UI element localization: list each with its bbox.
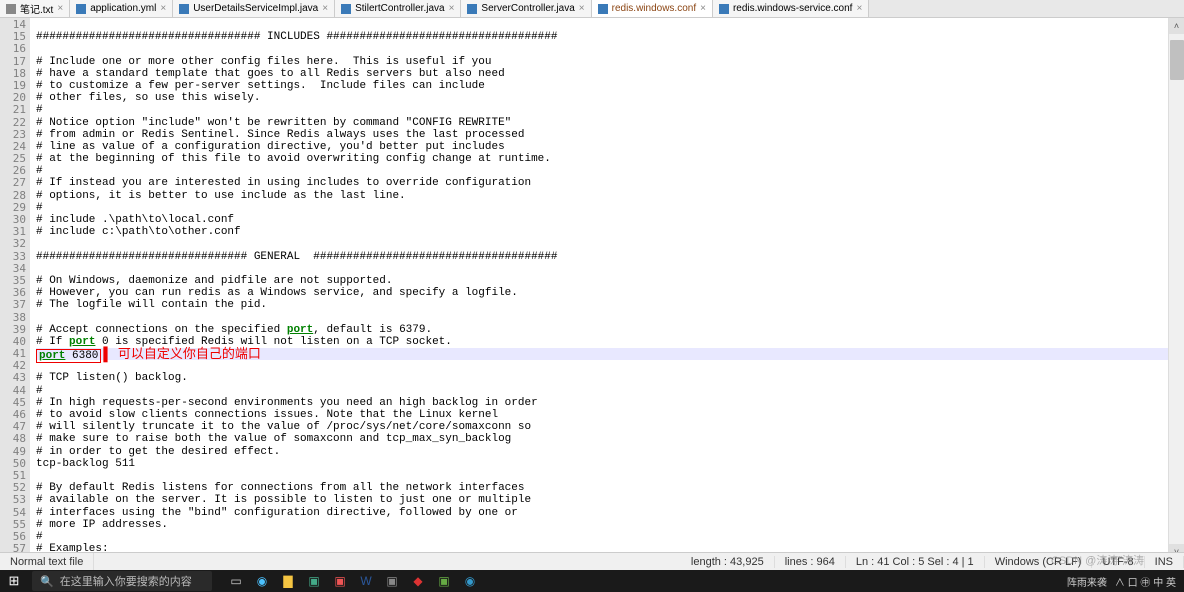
edge-icon[interactable]: ◉ (250, 571, 274, 591)
code-editor[interactable]: ################################## INCLU… (30, 18, 1184, 560)
tab-userdetailsserviceimpl-java[interactable]: UserDetailsServiceImpl.java× (173, 0, 335, 17)
app-icon-3[interactable]: ▣ (380, 571, 404, 591)
tab-servercontroller-java[interactable]: ServerController.java× (461, 0, 591, 17)
status-eol: Windows (CR LF) (985, 556, 1093, 568)
taskbar-apps: ▭ ◉ ▇ ▣ ▣ W ▣ ◆ ▣ ◉ (224, 571, 482, 591)
weather-widget[interactable]: 阵雨来袭 (1067, 574, 1107, 589)
status-lines: lines : 964 (775, 556, 846, 568)
status-length: length : 43,925 (681, 556, 775, 568)
file-icon (179, 4, 189, 14)
tab-stilertcontroller-java[interactable]: StilertController.java× (335, 0, 461, 17)
explorer-icon[interactable]: ▇ (276, 571, 300, 591)
line-number-gutter: 1415161718192021222324252627282930313233… (0, 18, 30, 560)
file-icon (341, 4, 351, 14)
scrollbar-thumb[interactable] (1170, 40, 1184, 80)
status-bar: Normal text file length : 43,925 lines :… (0, 552, 1184, 570)
search-icon: 🔍 (40, 575, 54, 588)
close-icon[interactable]: × (322, 3, 328, 14)
tray-icons[interactable]: ∧ 口 ㊥ 中 英 (1115, 574, 1176, 589)
scroll-up-button[interactable]: ˄ (1169, 18, 1184, 34)
tab-redis-windows-conf[interactable]: redis.windows.conf× (592, 0, 713, 17)
close-icon[interactable]: × (856, 3, 862, 14)
windows-taskbar: ⊞ 🔍 在这里输入你要搜索的内容 ▭ ◉ ▇ ▣ ▣ W ▣ ◆ ▣ ◉ 阵雨来… (0, 570, 1184, 592)
tab----txt[interactable]: 笔记.txt× (0, 0, 70, 17)
app-icon-2[interactable]: ▣ (328, 571, 352, 591)
app-icon-5[interactable]: ▣ (432, 571, 456, 591)
app-icon-4[interactable]: ◆ (406, 571, 430, 591)
app-icon-1[interactable]: ▣ (302, 571, 326, 591)
file-icon (598, 4, 608, 14)
close-icon[interactable]: × (160, 3, 166, 14)
tab-bar: 笔记.txt×application.yml×UserDetailsServic… (0, 0, 1184, 18)
tab-redis-windows-service-conf[interactable]: redis.windows-service.conf× (713, 0, 869, 17)
file-icon (719, 4, 729, 14)
status-position: Ln : 41 Col : 5 Sel : 4 | 1 (846, 556, 985, 568)
status-mode: INS (1145, 556, 1184, 568)
editor-area: 1415161718192021222324252627282930313233… (0, 18, 1184, 560)
word-icon[interactable]: W (354, 571, 378, 591)
tab-application-yml[interactable]: application.yml× (70, 0, 173, 17)
file-icon (6, 4, 16, 14)
file-icon (76, 4, 86, 14)
close-icon[interactable]: × (57, 3, 63, 14)
start-button[interactable]: ⊞ (0, 570, 28, 592)
vertical-scrollbar[interactable]: ˄ ˅ (1168, 18, 1184, 560)
system-tray[interactable]: 阵雨来袭 ∧ 口 ㊥ 中 英 (1067, 574, 1184, 589)
app-icon-6[interactable]: ◉ (458, 571, 482, 591)
taskbar-search[interactable]: 🔍 在这里输入你要搜索的内容 (32, 571, 212, 591)
status-encoding: UTF-8 (1092, 556, 1144, 568)
search-placeholder: 在这里输入你要搜索的内容 (60, 573, 192, 589)
close-icon[interactable]: × (449, 3, 455, 14)
close-icon[interactable]: × (700, 3, 706, 14)
file-icon (467, 4, 477, 14)
close-icon[interactable]: × (579, 3, 585, 14)
task-view-icon[interactable]: ▭ (224, 571, 248, 591)
status-filetype: Normal text file (0, 553, 94, 570)
